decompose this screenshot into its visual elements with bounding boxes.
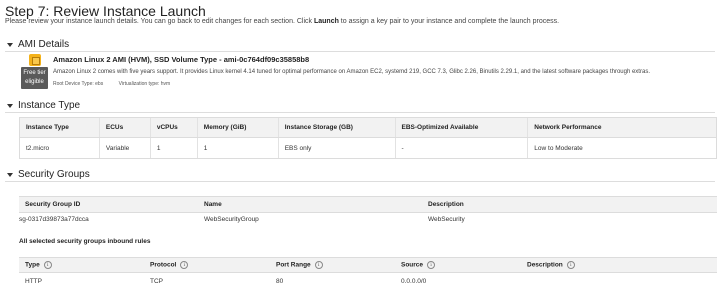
table-cell [521, 273, 717, 291]
column-header-label: Source [401, 261, 424, 269]
ami-cube-icon [29, 54, 41, 66]
intro-text-start: Please review your instance launch detai… [5, 18, 314, 25]
table-cell: EBS only [277, 137, 395, 159]
security-groups-title: Security Groups [18, 169, 90, 180]
free-tier-badge-line2: eligible [25, 79, 44, 85]
column-header: Security Group ID [19, 196, 198, 213]
table-cell: - [394, 137, 528, 159]
instance-type-divider [5, 112, 715, 113]
collapse-caret-icon [7, 103, 13, 108]
column-header-description: Description i [521, 257, 717, 273]
ami-details-title: AMI Details [18, 39, 70, 50]
instance-type-table: Instance Type ECUs vCPUs Memory (GiB) In… [19, 117, 717, 159]
column-header: Name [198, 196, 422, 213]
collapse-caret-icon [7, 42, 13, 47]
column-header: Instance Storage (GB) [277, 117, 395, 138]
info-icon[interactable]: i [314, 261, 323, 269]
column-header-label: Type [25, 261, 40, 269]
column-header-type: Type i [19, 257, 144, 273]
inbound-rules-table: Type i Protocol i Port Range i Source i Desc… [19, 257, 717, 291]
table-header-row: Instance Type ECUs vCPUs Memory (GiB) In… [19, 117, 717, 138]
info-icon[interactable]: i [43, 261, 52, 269]
table-cell: 1 [149, 137, 198, 159]
info-icon[interactable]: i [180, 261, 189, 269]
column-header-protocol: Protocol i [144, 257, 270, 273]
column-header: Network Performance [527, 117, 717, 138]
table-cell: Low to Moderate [527, 137, 717, 159]
security-groups-table: Security Group ID Name Description sg-03… [19, 196, 717, 226]
table-cell: sg-0317d39873a77dcca [19, 215, 89, 223]
column-header: Description [422, 196, 717, 213]
table-cell: TCP [150, 278, 163, 286]
ami-meta: Root Device Type: ebs Virtualization typ… [53, 81, 184, 87]
instance-type-header[interactable]: Instance Type [7, 100, 80, 111]
ami-details-header[interactable]: AMI Details [7, 39, 69, 50]
intro-text: Please review your instance launch detai… [5, 18, 559, 25]
column-header: EBS-Optimized Available [394, 117, 528, 138]
table-row: sg-0317d39873a77dcca WebSecurityGroup We… [19, 213, 717, 226]
inbound-rules-title: All selected security groups inbound rul… [19, 238, 151, 245]
intro-text-end: to assign a key pair to your instance an… [338, 18, 560, 25]
ami-name: Amazon Linux 2 AMI (HVM), SSD Volume Typ… [53, 55, 310, 64]
security-groups-header[interactable]: Security Groups [7, 169, 90, 180]
info-icon[interactable]: i [427, 261, 436, 269]
table-cell: 1 [196, 137, 279, 159]
column-header-source: Source i [395, 257, 521, 273]
info-icon[interactable]: i [566, 261, 575, 269]
root-device-type: Root Device Type: ebs [53, 81, 104, 87]
column-header-port-range: Port Range i [270, 257, 395, 273]
table-cell: WebSecurityGroup [204, 215, 259, 223]
table-row: t2.micro Variable 1 1 EBS only - Low to … [19, 137, 717, 159]
page-title: Step 7: Review Instance Launch [5, 3, 206, 19]
table-cell: WebSecurity [428, 215, 465, 223]
column-header: vCPUs [149, 117, 198, 138]
virtualization-type: Virtualization type: hvm [118, 81, 171, 87]
column-header: ECUs [98, 117, 151, 138]
free-tier-badge: Free tier eligible [21, 67, 48, 89]
ami-description: Amazon Linux 2 comes with five years sup… [53, 69, 650, 75]
table-header-row: Type i Protocol i Port Range i Source i Desc… [19, 257, 717, 273]
column-header-label: Description [527, 261, 563, 269]
column-header: Memory (GiB) [196, 117, 279, 138]
table-row: HTTP TCP 80 0.0.0.0/0 [19, 273, 717, 291]
ami-divider [5, 51, 715, 52]
column-header: Instance Type [19, 117, 100, 138]
table-cell: HTTP [25, 278, 42, 286]
security-groups-divider [5, 181, 715, 182]
table-cell: 80 [276, 278, 284, 286]
instance-type-title: Instance Type [18, 100, 81, 111]
table-cell: Variable [98, 137, 151, 159]
intro-text-launch: Launch [313, 18, 339, 25]
column-header-label: Port Range [276, 261, 311, 269]
table-cell: 0.0.0.0/0 [401, 278, 427, 286]
table-cell: t2.micro [19, 137, 100, 159]
table-header-row: Security Group ID Name Description [19, 196, 717, 213]
column-header-label: Protocol [150, 261, 177, 269]
free-tier-badge-line1: Free tier [23, 70, 46, 76]
collapse-caret-icon [7, 172, 13, 177]
